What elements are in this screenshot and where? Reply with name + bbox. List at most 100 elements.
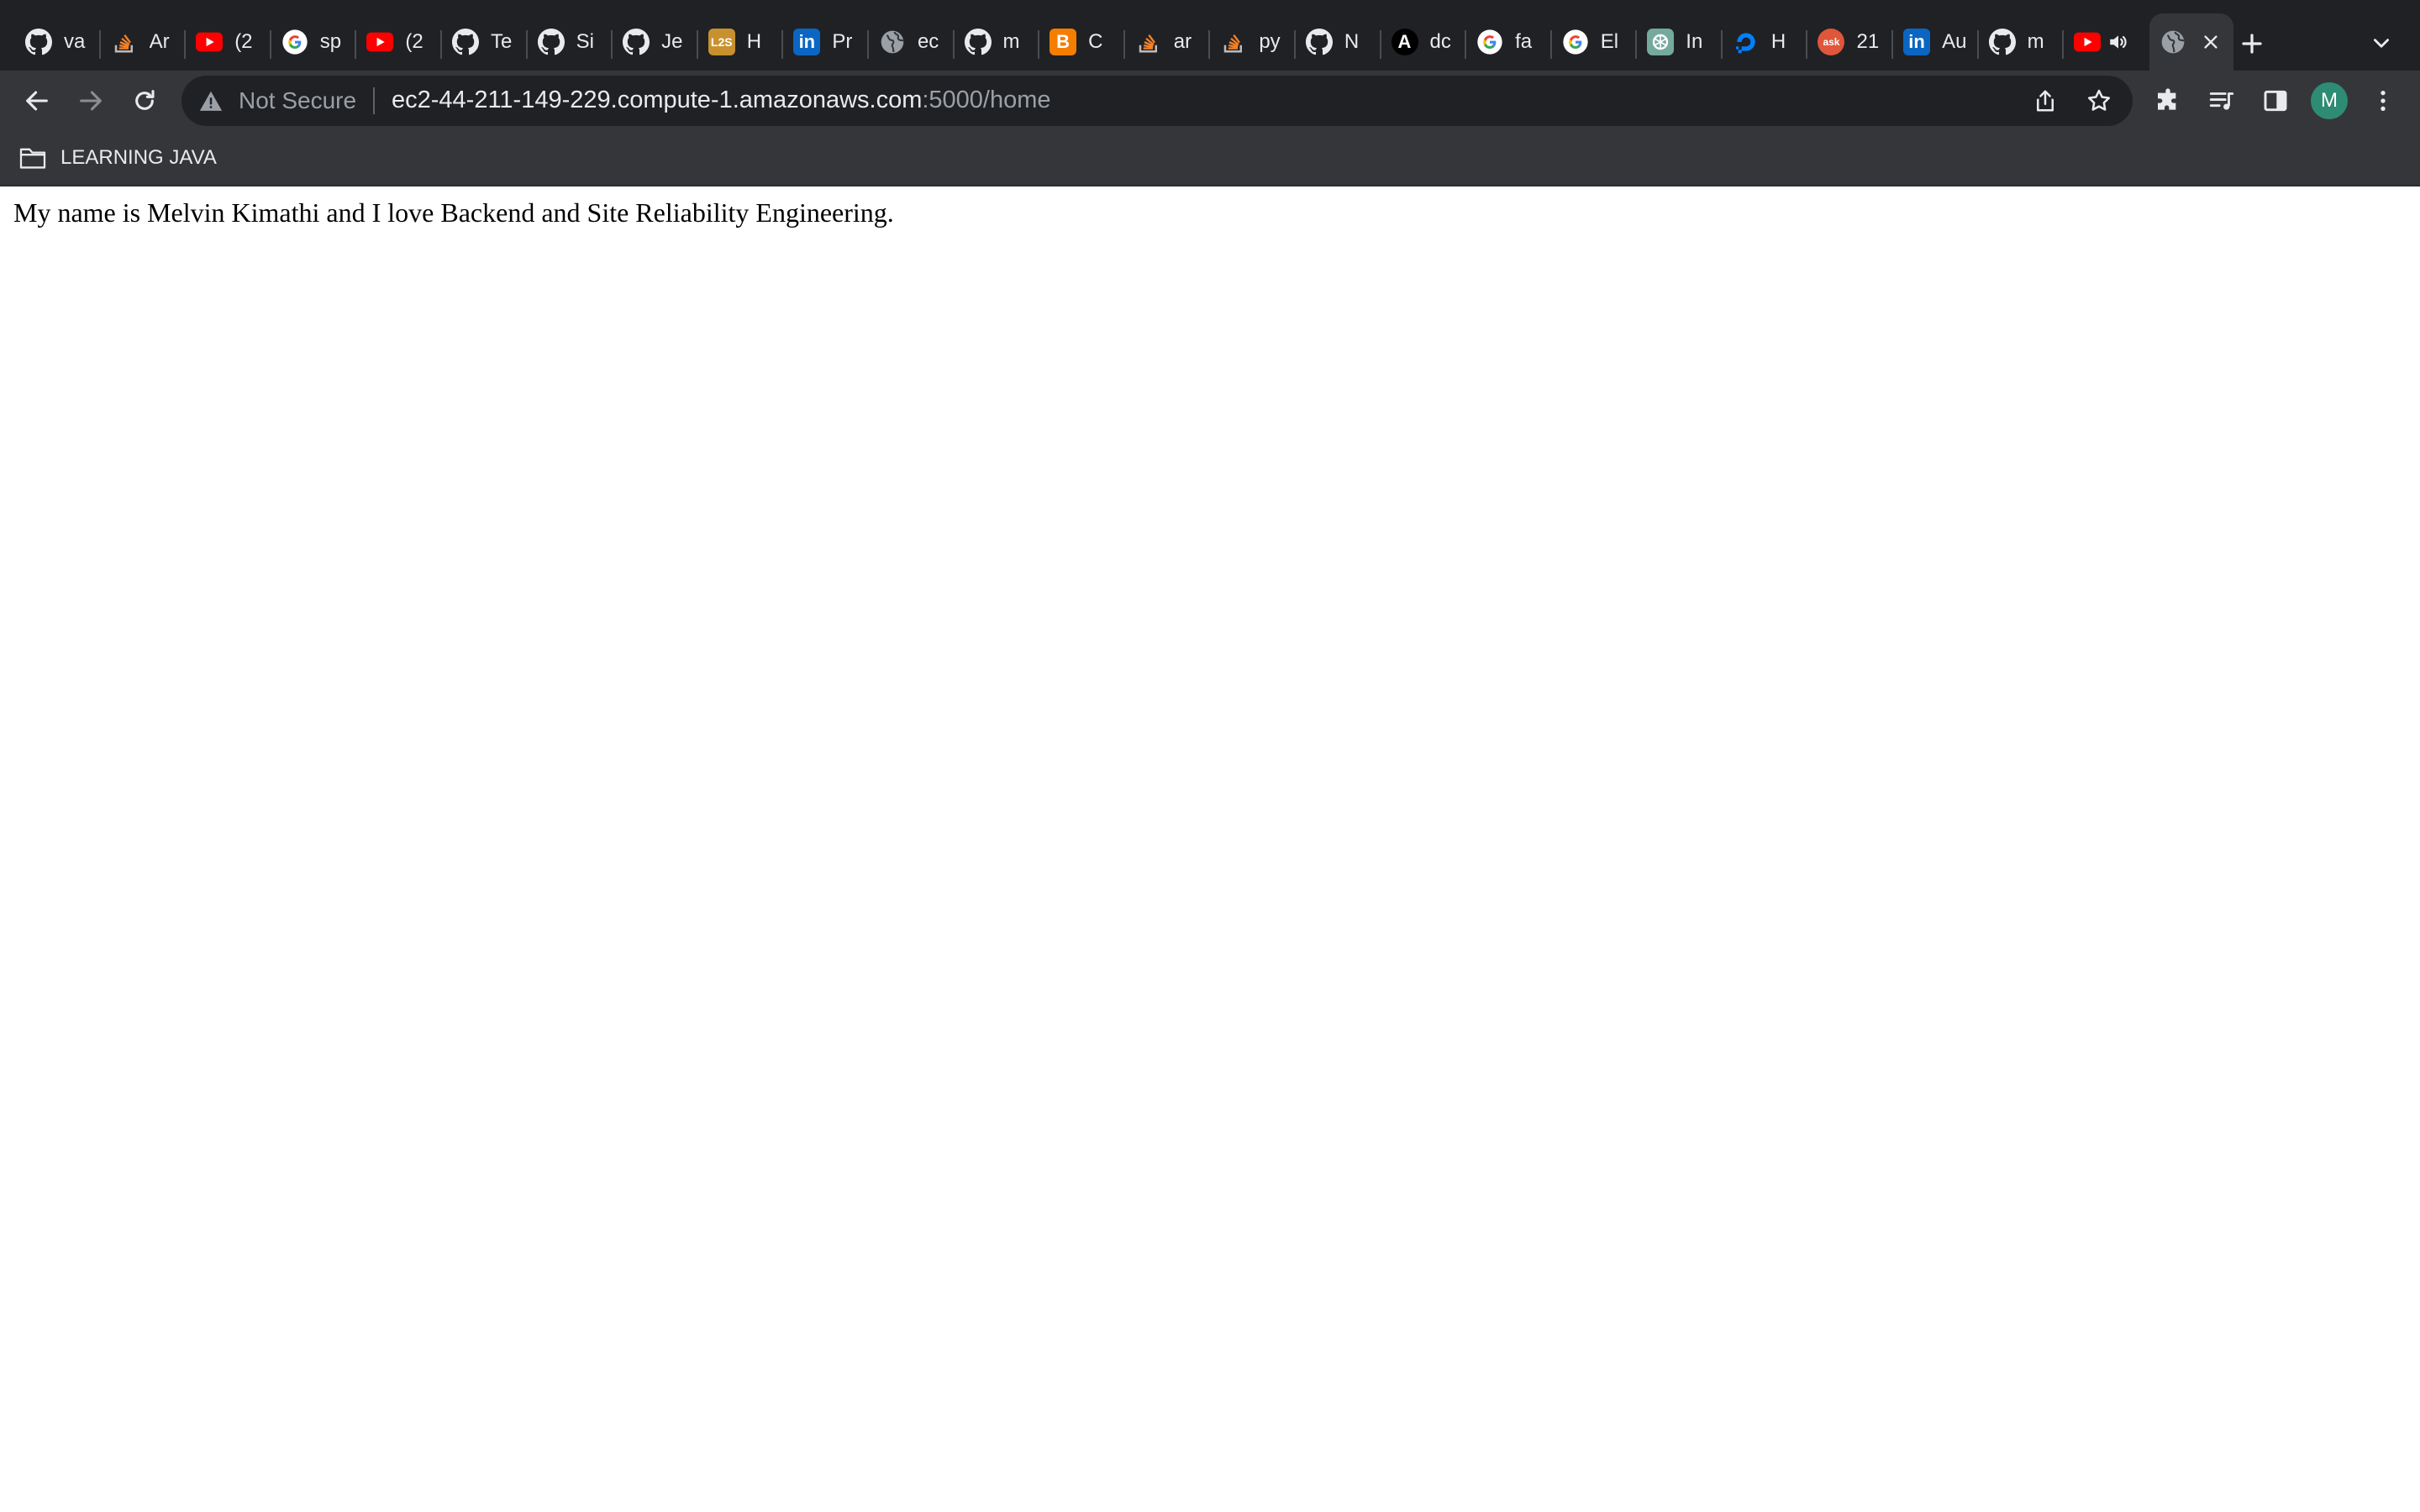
- tab-title: m: [1002, 30, 1020, 53]
- tab-title: Au: [1942, 30, 1967, 53]
- tab-title: 21: [1856, 30, 1880, 53]
- tab[interactable]: N: [1296, 13, 1381, 71]
- tab-title: (2: [405, 30, 424, 53]
- profile-avatar[interactable]: M: [2311, 82, 2348, 119]
- speaker-icon[interactable]: [2107, 31, 2129, 53]
- tab-title: El: [1600, 30, 1619, 53]
- tab[interactable]: (2: [186, 13, 271, 71]
- tab[interactable]: Je: [613, 13, 698, 71]
- youtube-icon: [196, 29, 224, 55]
- close-tab-button[interactable]: [2198, 29, 2223, 55]
- reload-icon: [135, 90, 155, 110]
- tab-title: va: [64, 30, 86, 53]
- tab-title: sp: [319, 30, 342, 53]
- stackoverflow-icon: [1220, 29, 1247, 55]
- github-icon: [1988, 29, 2016, 55]
- warning-icon[interactable]: [198, 89, 224, 113]
- tab-title: Te: [490, 30, 513, 53]
- new-tab-button[interactable]: [2232, 24, 2272, 64]
- bookmark-label: LEARNING JAVA: [60, 146, 217, 169]
- chevron-down-icon: [2374, 39, 2389, 48]
- media-controls-button[interactable]: [2205, 84, 2238, 118]
- tab[interactable]: El: [1552, 13, 1638, 71]
- tab[interactable]: In: [1637, 13, 1723, 71]
- github-icon: [964, 29, 992, 55]
- tab-title: H: [746, 30, 762, 53]
- tab[interactable]: H: [1723, 13, 1808, 71]
- bookmark-star-button[interactable]: [2084, 86, 2114, 116]
- tab-title: m: [2027, 30, 2044, 53]
- tab[interactable]: (2: [356, 13, 442, 71]
- folder-icon: [19, 148, 46, 169]
- github-icon: [537, 29, 565, 55]
- url-path: :5000/home: [922, 87, 1051, 113]
- tab[interactable]: [2064, 13, 2149, 71]
- linkedin-icon: in: [1903, 29, 1931, 55]
- back-button[interactable]: [17, 81, 57, 121]
- google-icon: [1476, 29, 1503, 55]
- reload-button[interactable]: [124, 81, 165, 121]
- tab[interactable]: sp: [271, 13, 357, 71]
- digitalocean-icon: [1733, 29, 1760, 55]
- tab-title: In: [1686, 30, 1703, 53]
- tab[interactable]: ask 21: [1807, 13, 1893, 71]
- tab-title: N: [1344, 30, 1360, 53]
- bookmark-folder-learning-java[interactable]: LEARNING JAVA: [18, 141, 217, 175]
- tab[interactable]: Ar: [101, 13, 187, 71]
- tab[interactable]: Te: [442, 13, 528, 71]
- tab[interactable]: py: [1210, 13, 1296, 71]
- tab-title: Je: [661, 30, 683, 53]
- url-text[interactable]: ec2-44-211-149-229.compute-1.amazonaws.c…: [392, 87, 1051, 114]
- tab-title: ar: [1173, 30, 1192, 53]
- tab[interactable]: L2S H: [698, 13, 784, 71]
- share-icon: [2037, 90, 2054, 112]
- page-body-text: My name is Melvin Kimathi and I love Bac…: [13, 197, 894, 228]
- github-icon: [1305, 29, 1333, 55]
- tab-title: C: [1088, 30, 1103, 53]
- tab-strip: va Ar (2 sp (2 Te Si Je L2S Hin Pr ec m B Car py N Adc fa E…: [0, 0, 2420, 71]
- tab[interactable]: ec: [869, 13, 955, 71]
- google-icon: [281, 29, 308, 55]
- tab[interactable]: m: [955, 13, 1040, 71]
- extensions-button[interactable]: [2151, 84, 2185, 118]
- plus-icon: [2242, 34, 2262, 54]
- side-panel-icon: [2264, 90, 2287, 112]
- share-button[interactable]: [2030, 86, 2060, 116]
- side-panel-button[interactable]: [2259, 84, 2292, 118]
- tab[interactable]: ar: [1125, 13, 1211, 71]
- close-icon: [2204, 35, 2217, 49]
- youtube-icon: [366, 29, 394, 55]
- tab[interactable]: va: [15, 13, 101, 71]
- url-host: ec2-44-211-149-229.compute-1.amazonaws.c…: [392, 87, 923, 113]
- tab-search-button[interactable]: [2361, 25, 2402, 62]
- tab-title: H: [1770, 30, 1786, 53]
- linkedin-icon: in: [793, 29, 821, 55]
- browser-menu-button[interactable]: [2366, 84, 2400, 118]
- tab-title: dc: [1429, 30, 1451, 53]
- page-content: My name is Melvin Kimathi and I love Bac…: [0, 186, 2420, 1512]
- tab-title: Ar: [149, 30, 170, 53]
- tab-active[interactable]: [2149, 13, 2233, 71]
- forward-button[interactable]: [71, 81, 111, 121]
- tab[interactable]: m: [1979, 13, 2065, 71]
- askubuntu-icon: ask: [1818, 29, 1845, 55]
- tab-title: Si: [576, 30, 594, 53]
- tab[interactable]: Adc: [1381, 13, 1467, 71]
- address-bar[interactable]: Not Secure ec2-44-211-149-229.compute-1.…: [182, 76, 2133, 126]
- toolbar: Not Secure ec2-44-211-149-229.compute-1.…: [0, 71, 2420, 131]
- tab[interactable]: in Au: [1893, 13, 1979, 71]
- tab-title: fa: [1515, 30, 1533, 53]
- tab-list: va Ar (2 sp (2 Te Si Je L2S Hin Pr ec m B Car py N Adc fa E…: [15, 13, 2233, 71]
- tab-title: ec: [917, 30, 939, 53]
- angular-icon: A: [1391, 29, 1418, 55]
- stackoverflow-icon: [111, 29, 138, 55]
- tab[interactable]: fa: [1466, 13, 1552, 71]
- youtube-icon: [2074, 29, 2102, 55]
- tab[interactable]: in Pr: [783, 13, 869, 71]
- security-status-label[interactable]: Not Secure: [239, 87, 356, 114]
- tab[interactable]: BC: [1039, 13, 1125, 71]
- globe-icon: [2160, 29, 2186, 55]
- blogger-icon: B: [1050, 29, 1077, 55]
- tab-title: (2: [234, 30, 253, 53]
- tab[interactable]: Si: [528, 13, 613, 71]
